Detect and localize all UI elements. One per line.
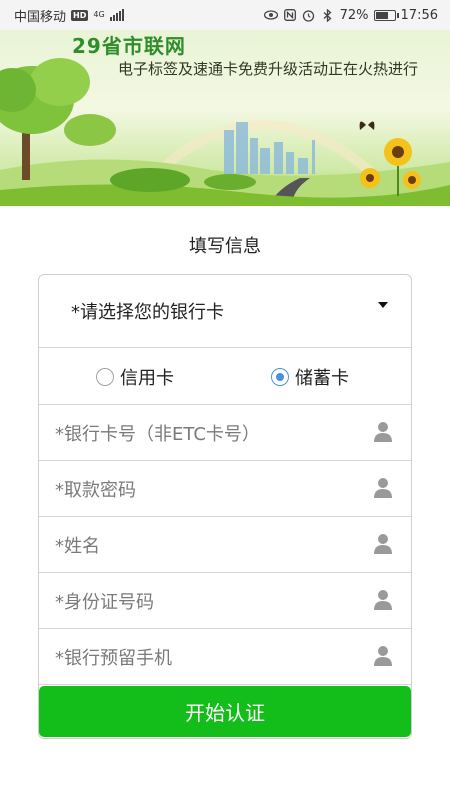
bank-select[interactable]: *请选择您的银行卡 [39,275,411,348]
card-type-group: 信用卡 储蓄卡 [39,348,411,405]
person-icon [374,534,392,554]
person-icon [374,478,392,498]
hd-badge: HD [71,9,89,21]
promo-banner: 29省市联网 电子标签及速通卡免费升级活动正在火热进行 [0,30,450,206]
phone-placeholder: *银行预留手机 [55,647,172,669]
bank-select-label: *请选择您的银行卡 [71,302,224,323]
id-number-placeholder: *身份证号码 [55,591,154,613]
person-icon [374,590,392,610]
name-field[interactable]: *姓名 [39,517,411,573]
person-icon [374,422,392,442]
radio-button[interactable] [271,368,289,386]
battery-percent: 72% [339,7,369,23]
bank-form: *请选择您的银行卡 信用卡 储蓄卡 *银行卡号（非ETC卡号） *取款密码 *姓… [38,274,412,739]
nfc-icon [283,8,297,22]
form-title: 填写信息 [189,236,261,257]
signal-icon [109,9,124,21]
pin-field[interactable]: *取款密码 [39,461,411,517]
dropdown-caret-icon [378,302,388,308]
network-label: 4G [93,10,105,19]
card-number-placeholder: *银行卡号（非ETC卡号） [55,423,260,445]
start-verification-button[interactable]: 开始认证 [39,686,411,737]
banner-subtitle: 电子标签及速通卡免费升级活动正在火热进行 [118,60,419,78]
name-placeholder: *姓名 [55,535,100,557]
radio-button[interactable] [96,368,114,386]
banner-title: 29省市联网 [72,34,186,58]
clock: 17:56 [400,7,438,23]
person-icon [374,646,392,666]
radio-label-debit: 储蓄卡 [295,368,349,389]
card-number-field[interactable]: *银行卡号（非ETC卡号） [39,405,411,461]
phone-field[interactable]: *银行预留手机 [39,629,411,685]
status-bar: 中国移动 HD 4G 72% 17:56 [0,0,450,30]
carrier-label: 中国移动 [14,9,67,25]
battery-icon [373,9,399,21]
radio-label-credit: 信用卡 [120,368,174,389]
bluetooth-icon [321,8,335,22]
radio-credit-card[interactable]: 信用卡 [96,364,174,390]
id-number-field[interactable]: *身份证号码 [39,573,411,629]
eye-icon [263,8,278,22]
banner-illustration [0,58,450,206]
alarm-icon [302,8,316,22]
pin-placeholder: *取款密码 [55,479,136,501]
radio-debit-card[interactable]: 储蓄卡 [271,364,349,390]
